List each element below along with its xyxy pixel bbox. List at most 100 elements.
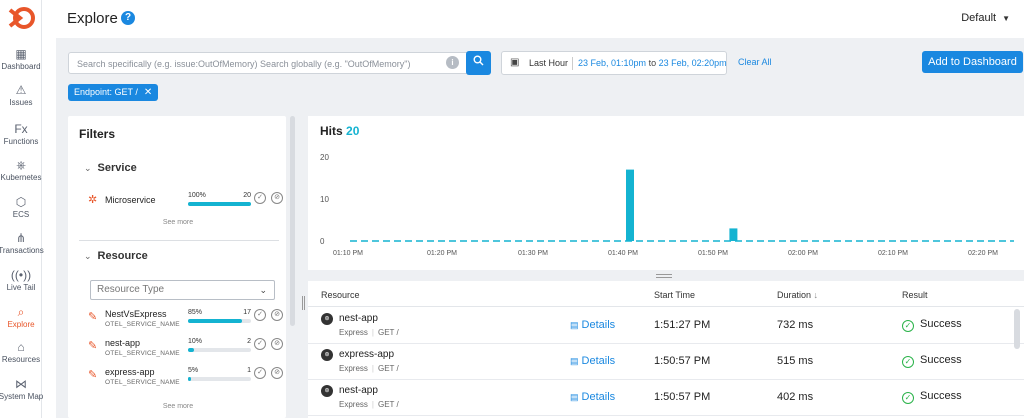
table-header: Resource Start Time Duration ↓ Result: [308, 281, 1024, 307]
document-icon: ▤: [570, 320, 579, 330]
nav-item-resources[interactable]: ⌂ Resources: [0, 339, 42, 365]
filters-scrollbar[interactable]: [290, 116, 295, 326]
table-row[interactable]: ⊛ nest-app Express | GET / ▤ Details 1:51:27 PM…: [308, 308, 1024, 344]
row-resource-name: nest-app: [339, 313, 378, 324]
nav-item-functions[interactable]: Fx Functions: [0, 121, 42, 147]
time-range-picker[interactable]: ▣ Last Hour 23 Feb, 01:10pm to 23 Feb, 0…: [501, 51, 727, 75]
split-handle[interactable]: [656, 274, 672, 278]
see-more-link[interactable]: See more: [78, 403, 278, 410]
see-more-link[interactable]: See more: [78, 219, 278, 226]
app-logo[interactable]: [8, 6, 36, 30]
column-result[interactable]: Result: [902, 290, 928, 300]
row-route: GET /: [377, 364, 399, 373]
close-icon[interactable]: ✕: [144, 87, 152, 98]
nav-item-live-tail[interactable]: ((•)) Live Tail: [0, 267, 42, 293]
include-check-icon[interactable]: ✓: [254, 309, 266, 321]
details-label: Details: [581, 391, 616, 403]
resource-type-placeholder: Resource Type: [97, 284, 165, 295]
service-section-toggle[interactable]: ⌄ Service: [84, 162, 137, 174]
info-icon[interactable]: i: [446, 56, 459, 69]
nav-item-issues[interactable]: ⚠ Issues: [0, 82, 42, 108]
exclude-block-icon[interactable]: ⊘: [271, 338, 283, 350]
resource-filter-item[interactable]: ✎ NestVsExpress OTEL_SERVICE_NAME 85% 17 ✓ ⊘: [88, 309, 286, 335]
x-tick-label: 02:20 PM: [968, 250, 998, 257]
account-selector[interactable]: Default ▼: [961, 12, 1010, 24]
row-resource-name: nest-app: [339, 385, 378, 396]
table-row[interactable]: ⊛ nest-app Express | GET / ▤ Details 1:50:57 PM…: [308, 380, 1024, 416]
filter-item-percent: 10%: [188, 338, 203, 345]
chevron-down-icon: ⌄: [84, 251, 92, 261]
include-check-icon[interactable]: ✓: [254, 192, 266, 204]
details-link[interactable]: ▤ Details: [570, 319, 615, 331]
filter-chip[interactable]: Endpoint: GET / ✕: [68, 84, 159, 101]
add-to-dashboard-button[interactable]: Add to Dashboard: [922, 51, 1023, 73]
filter-chip-label: Endpoint: GET /: [74, 87, 138, 97]
account-label: Default: [961, 12, 997, 24]
clear-all-link[interactable]: Clear All: [738, 57, 772, 67]
filter-item-name: express-app: [105, 367, 155, 377]
service-filter-item[interactable]: ✲ Microservice 100% 20 ✓ ⊘: [88, 192, 286, 218]
filter-item-name: nest-app: [105, 338, 141, 348]
nav-item-explore[interactable]: ⌕ Explore: [0, 304, 42, 330]
x-tick-label: 02:10 PM: [878, 250, 908, 257]
filter-item-percent: 85%: [188, 309, 203, 316]
sidebar-nav: ▦ Dashboard ⚠ Issues Fx Functions ⎈ Kubernetes ⬡…: [0, 0, 44, 418]
nav-item-kubernetes[interactable]: ⎈ Kubernetes: [0, 157, 42, 183]
resource-type-select[interactable]: Resource Type ⌄: [90, 280, 275, 300]
sort-down-icon: ↓: [813, 290, 819, 300]
search-icon: [473, 55, 484, 66]
filters-title: Filters: [79, 127, 116, 141]
details-link[interactable]: ▤ Details: [570, 355, 615, 367]
x-tick-label: 01:50 PM: [698, 250, 728, 257]
row-duration: 515 ms: [777, 355, 814, 367]
nav-item-label: Transactions: [0, 246, 44, 255]
row-result: ✓ Success: [902, 390, 962, 404]
microservice-icon: ✲: [88, 194, 98, 206]
exclude-block-icon[interactable]: ⊘: [271, 367, 283, 379]
details-link[interactable]: ▤ Details: [570, 391, 615, 403]
nav-item-ecs[interactable]: ⬡ ECS: [0, 194, 42, 220]
table-scrollbar[interactable]: [1014, 309, 1020, 349]
row-resource-meta: Express | GET /: [339, 400, 399, 409]
column-duration[interactable]: Duration ↓: [777, 290, 818, 300]
nav-item-label: System Map: [0, 392, 44, 401]
chevron-down-icon: ⌄: [259, 285, 267, 295]
row-route: GET /: [377, 400, 399, 409]
search-button[interactable]: [466, 51, 491, 75]
table-row[interactable]: ⊛ express-app Express | GET / ▤ Details 1:50:57…: [308, 344, 1024, 380]
row-framework: Express: [339, 328, 368, 337]
nav-item-label: Dashboard: [1, 62, 41, 71]
nav-item-system-map[interactable]: ⋈ System Map: [0, 376, 43, 402]
nav-item-transactions[interactable]: ⋔ Transactions: [0, 230, 44, 256]
include-check-icon[interactable]: ✓: [254, 367, 266, 379]
exclude-block-icon[interactable]: ⊘: [271, 192, 283, 204]
include-check-icon[interactable]: ✓: [254, 338, 266, 350]
nav-item-dashboard[interactable]: ▦ Dashboard: [0, 46, 42, 72]
service-section-label: Service: [97, 162, 137, 174]
search-input[interactable]: Search specifically (e.g. issue:OutOfMem…: [68, 52, 478, 74]
service-avatar-icon: ⊛: [321, 313, 333, 325]
resource-filter-item[interactable]: ✎ express-app OTEL_SERVICE_NAME 5% 1 ✓ ⊘: [88, 367, 286, 393]
filter-item-bar-fill: [188, 319, 242, 323]
panel-resize-handle[interactable]: [302, 296, 305, 310]
nav-item-label: Resources: [1, 355, 41, 364]
row-framework: Express: [339, 364, 368, 373]
column-resource[interactable]: Resource: [321, 290, 360, 300]
filter-item-count: 2: [247, 338, 251, 345]
row-result-label: Success: [920, 390, 962, 402]
time-range-label: Last Hour: [529, 58, 569, 68]
divider: [572, 57, 573, 70]
hits-chart-panel: Hits 20 20 10 0 01:10 PM 01:20 PM 01:30 PM 01:…: [308, 116, 1024, 270]
flow-icon: ⋔: [15, 231, 27, 245]
resource-section-toggle[interactable]: ⌄ Resource: [84, 250, 148, 262]
filter-item-count: 20: [243, 192, 251, 199]
divider: |: [371, 364, 374, 373]
exclude-block-icon[interactable]: ⊘: [271, 309, 283, 321]
range-to: 23 Feb, 02:20pm: [658, 58, 727, 68]
resource-filter-item[interactable]: ✎ nest-app OTEL_SERVICE_NAME 10% 2 ✓ ⊘: [88, 338, 286, 364]
help-icon[interactable]: ?: [121, 11, 135, 25]
column-start-time[interactable]: Start Time: [654, 290, 695, 300]
filter-item-bar-fill: [188, 348, 195, 352]
row-duration: 732 ms: [777, 319, 814, 331]
x-tick-label: 02:00 PM: [788, 250, 818, 257]
